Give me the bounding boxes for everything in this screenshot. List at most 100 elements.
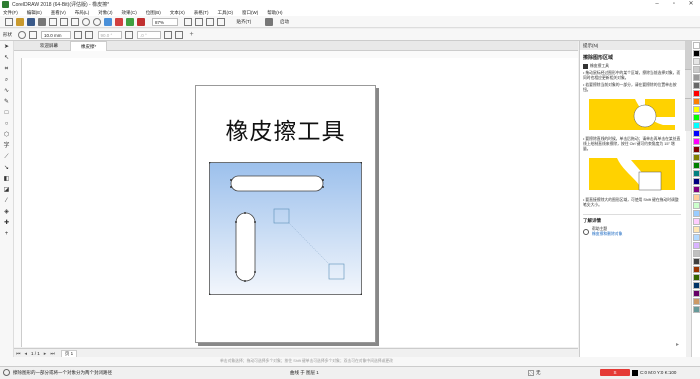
outline-swatch-icon[interactable] [632,370,638,376]
menu-tools[interactable]: 工具(O) [218,10,234,16]
grid-icon[interactable] [206,17,214,26]
palette-swatch[interactable] [693,186,700,193]
search-content-icon[interactable] [103,17,112,26]
menu-file[interactable]: 文件(F) [3,10,18,16]
palette-swatch[interactable] [693,74,700,81]
palette-swatch[interactable] [693,58,700,65]
drop-shadow-icon[interactable]: ◧ [2,175,11,184]
save-icon[interactable] [26,17,35,26]
palette-swatch[interactable] [693,298,700,305]
snap-to-dropdown[interactable]: 贴齐(T) [235,18,261,26]
full-screen-icon[interactable] [184,17,192,26]
palette-swatch[interactable] [693,218,700,225]
palette-swatch[interactable] [693,210,700,217]
launch-dropdown[interactable]: 启动 [278,18,300,26]
erased-rectangle-graphic[interactable] [209,162,362,295]
palette-swatch[interactable] [693,114,700,121]
freehand-tool-icon[interactable]: ∿ [2,87,11,96]
palette-swatch[interactable] [693,106,700,113]
erase-outline-icon[interactable] [175,30,183,39]
import-icon[interactable] [114,17,123,26]
bearing-field[interactable]: .0 ° [137,30,161,39]
smart-fill-icon[interactable]: ✚ [2,219,11,228]
publish-pdf-icon[interactable] [136,17,145,26]
new-document-icon[interactable] [4,17,13,26]
palette-swatch[interactable] [693,162,700,169]
tab-welcome-screen[interactable]: 欢迎屏幕 [30,41,68,50]
palette-swatch[interactable] [693,178,700,185]
circle-nib-icon[interactable] [17,30,26,39]
parallel-dimension-icon[interactable]: ⟋ [2,153,11,162]
undo-icon[interactable] [81,17,90,26]
add-preset-icon[interactable]: + [190,31,194,38]
zoom-tool-icon[interactable]: ⌕ [2,76,11,85]
open-folder-icon[interactable] [15,17,24,26]
palette-swatch[interactable] [693,130,700,137]
palette-swatch[interactable] [693,170,700,177]
menu-edit[interactable]: 编辑(E) [27,10,42,16]
menu-text[interactable]: 文本(X) [170,10,185,16]
palette-swatch[interactable] [693,290,700,297]
palette-swatch[interactable] [693,274,700,281]
menu-help[interactable]: 帮助(H) [267,10,282,16]
pressure-icon[interactable] [74,30,82,39]
palette-swatch[interactable] [693,154,700,161]
paste-icon[interactable] [70,17,79,26]
reduce-nodes-icon[interactable] [164,30,172,39]
palette-swatch[interactable] [693,66,700,73]
palette-swatch[interactable] [693,146,700,153]
first-page-icon[interactable]: ⏮ [16,351,21,357]
crop-tool-icon[interactable]: ⌗ [2,65,11,74]
guidelines-icon[interactable] [217,17,225,26]
prev-page-icon[interactable]: ◂ [25,351,28,357]
palette-swatch[interactable] [693,42,700,49]
options-gear-icon[interactable] [264,17,273,26]
redo-icon[interactable] [92,17,101,26]
help-topic-link[interactable]: 橡皮擦和删除对象 [592,232,622,237]
palette-swatch[interactable] [693,122,700,129]
docker-nav-arrow-icon[interactable]: ▸ [676,341,679,348]
text-tool-icon[interactable]: 字 [2,142,11,151]
ellipse-tool-icon[interactable]: ○ [2,120,11,129]
eraser-thickness-field[interactable]: 10.0 mm [41,30,71,39]
palette-swatch[interactable] [693,306,700,313]
palette-swatch[interactable] [693,50,700,57]
palette-swatch[interactable] [693,226,700,233]
document-page[interactable]: 橡皮擦工具 [195,85,376,343]
menu-bitmaps[interactable]: 位图(B) [146,10,161,16]
menu-object[interactable]: 对象(J) [98,10,112,16]
palette-swatch[interactable] [693,242,700,249]
minimize-icon[interactable]: – [650,0,664,9]
rectangle-tool-icon[interactable]: □ [2,109,11,118]
palette-swatch[interactable] [693,138,700,145]
page-heading-text[interactable]: 橡皮擦工具 [196,112,375,146]
palette-swatch[interactable] [693,98,700,105]
zoom-level-field[interactable]: 87% [152,17,178,26]
copy-icon[interactable] [59,17,68,26]
palette-swatch[interactable] [693,282,700,289]
print-icon[interactable] [37,17,46,26]
bearing-icon[interactable] [124,30,133,39]
palette-swatch[interactable] [693,202,700,209]
artistic-media-icon[interactable]: ✎ [2,98,11,107]
nib-angle-field[interactable]: 90.0 ° [97,30,122,39]
ime-badge-icon[interactable]: S [600,369,630,376]
vertical-ruler[interactable] [14,58,22,347]
palette-swatch[interactable] [693,194,700,201]
palette-swatch[interactable] [693,90,700,97]
export-icon[interactable] [125,17,134,26]
palette-swatch[interactable] [693,82,700,89]
add-tool-icon[interactable]: + [2,230,11,239]
menu-table[interactable]: 表格(T) [194,10,209,16]
maximize-icon[interactable]: ▫ [667,0,681,9]
eyedropper-icon[interactable]: ⁄ [2,197,11,206]
close-icon[interactable]: ✕ [684,0,698,9]
menu-view[interactable]: 查看(V) [51,10,66,16]
next-page-icon[interactable]: ▸ [44,351,47,357]
transparency-tool-icon[interactable]: ◪ [2,186,11,195]
menu-window[interactable]: 窗口(W) [242,10,258,16]
palette-swatch[interactable] [693,234,700,241]
menu-effects[interactable]: 效果(C) [122,10,137,16]
polygon-tool-icon[interactable]: ⬡ [2,131,11,140]
tilt-icon[interactable] [85,30,93,39]
